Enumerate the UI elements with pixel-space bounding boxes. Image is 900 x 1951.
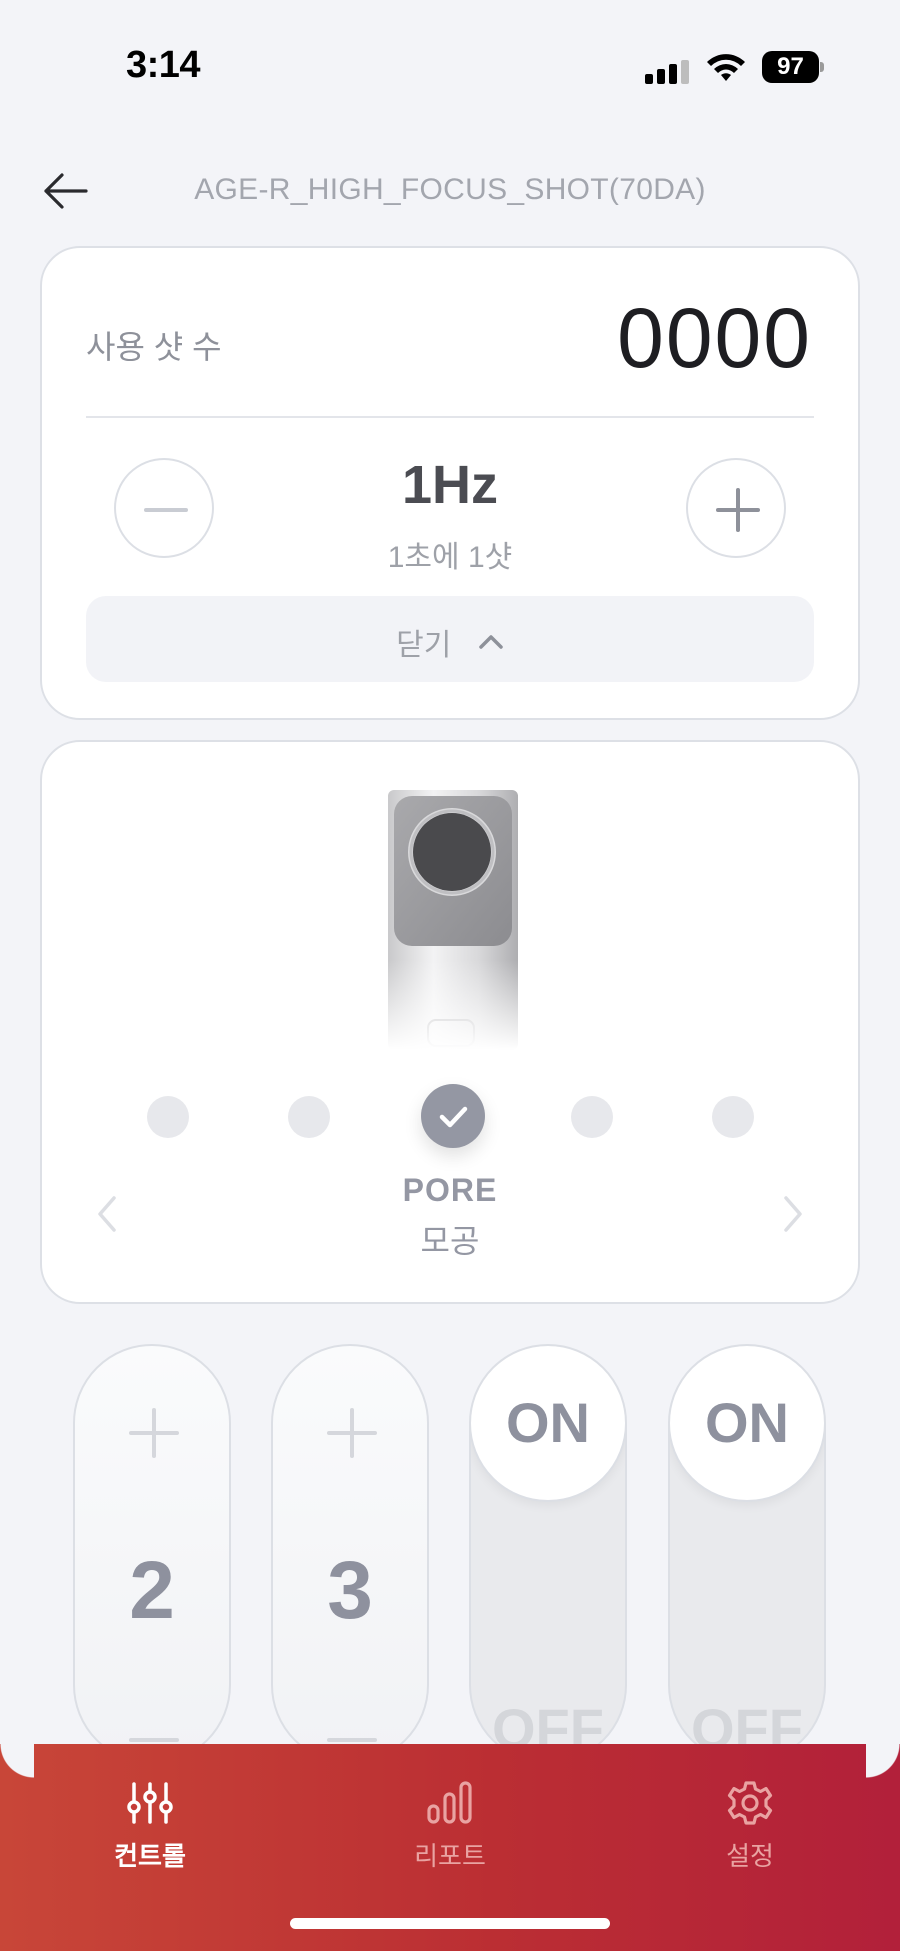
level-control-2[interactable]: 3 bbox=[271, 1344, 429, 1764]
mode-dot[interactable] bbox=[571, 1096, 613, 1138]
divider bbox=[86, 416, 814, 418]
sliders-icon bbox=[127, 1782, 173, 1824]
status-bar: 3:14 97 bbox=[0, 0, 900, 130]
minus-icon[interactable] bbox=[327, 1738, 377, 1742]
gear-icon bbox=[727, 1781, 773, 1825]
nav-tab-report[interactable]: 리포트 bbox=[370, 1762, 530, 1872]
nav-tab-settings[interactable]: 설정 bbox=[670, 1762, 830, 1872]
level-control-1[interactable]: 2 bbox=[73, 1344, 231, 1764]
home-indicator[interactable] bbox=[290, 1918, 610, 1929]
nav-corner bbox=[0, 1744, 34, 1778]
nav-label-settings: 설정 bbox=[726, 1841, 774, 1871]
nav-tab-control[interactable]: 컨트롤 bbox=[70, 1762, 230, 1872]
nav-label-control: 컨트롤 bbox=[114, 1841, 186, 1871]
cellular-signal-icon bbox=[645, 60, 693, 84]
mode-dot[interactable] bbox=[712, 1096, 754, 1138]
mode-dot[interactable] bbox=[147, 1096, 189, 1138]
device-head-image bbox=[388, 790, 518, 1050]
mode-name-english: PORE bbox=[402, 1172, 498, 1208]
chevron-right-icon bbox=[784, 1196, 802, 1232]
mode-name-korean: 모공 bbox=[420, 1223, 480, 1259]
minus-icon[interactable] bbox=[129, 1738, 179, 1742]
level-value-1: 2 bbox=[129, 1545, 175, 1636]
device-title: AGE-R_HIGH_FOCUS_SHOT(70DA) bbox=[194, 173, 706, 206]
chevron-up-icon bbox=[479, 635, 503, 649]
frequency-increase-button[interactable] bbox=[686, 458, 786, 558]
mode-dot-selected[interactable] bbox=[421, 1084, 485, 1148]
nav-label-report: 리포트 bbox=[414, 1841, 486, 1871]
mode-dot[interactable] bbox=[288, 1096, 330, 1138]
plus-icon[interactable] bbox=[327, 1408, 377, 1458]
battery-level: 97 bbox=[762, 51, 819, 83]
nav-corner bbox=[866, 1744, 900, 1778]
screen: 3:14 97 AGE-R_HIGH_FOCUS_SHOT(70DA) 사용 샷… bbox=[0, 0, 900, 1951]
mode-card: PORE 모공 bbox=[40, 740, 860, 1304]
level-value-2: 3 bbox=[327, 1545, 373, 1636]
plus-icon[interactable] bbox=[129, 1408, 179, 1458]
next-mode-button[interactable] bbox=[778, 1194, 808, 1234]
bottom-nav: 컨트롤 리포트 설정 bbox=[0, 1744, 900, 1951]
toggle-switch-1[interactable]: ON OFF bbox=[469, 1344, 627, 1764]
close-label: 닫기 bbox=[396, 629, 452, 662]
shots-label: 사용 샷 수 bbox=[86, 329, 222, 365]
shots-count: 0000 bbox=[617, 291, 812, 385]
toggle-knob-on[interactable]: ON bbox=[471, 1346, 625, 1502]
wifi-icon bbox=[707, 54, 745, 81]
shots-card: 사용 샷 수 0000 1Hz 1초에 1샷 닫기 bbox=[40, 246, 860, 720]
toggle-switch-2[interactable]: ON OFF bbox=[668, 1344, 826, 1764]
battery-icon: 97 bbox=[762, 51, 824, 83]
bar-chart-icon bbox=[427, 1781, 472, 1824]
check-icon bbox=[439, 1106, 468, 1128]
status-time: 3:14 bbox=[126, 44, 201, 86]
toggle-knob-on[interactable]: ON bbox=[670, 1346, 824, 1502]
close-button[interactable]: 닫기 bbox=[86, 596, 814, 682]
